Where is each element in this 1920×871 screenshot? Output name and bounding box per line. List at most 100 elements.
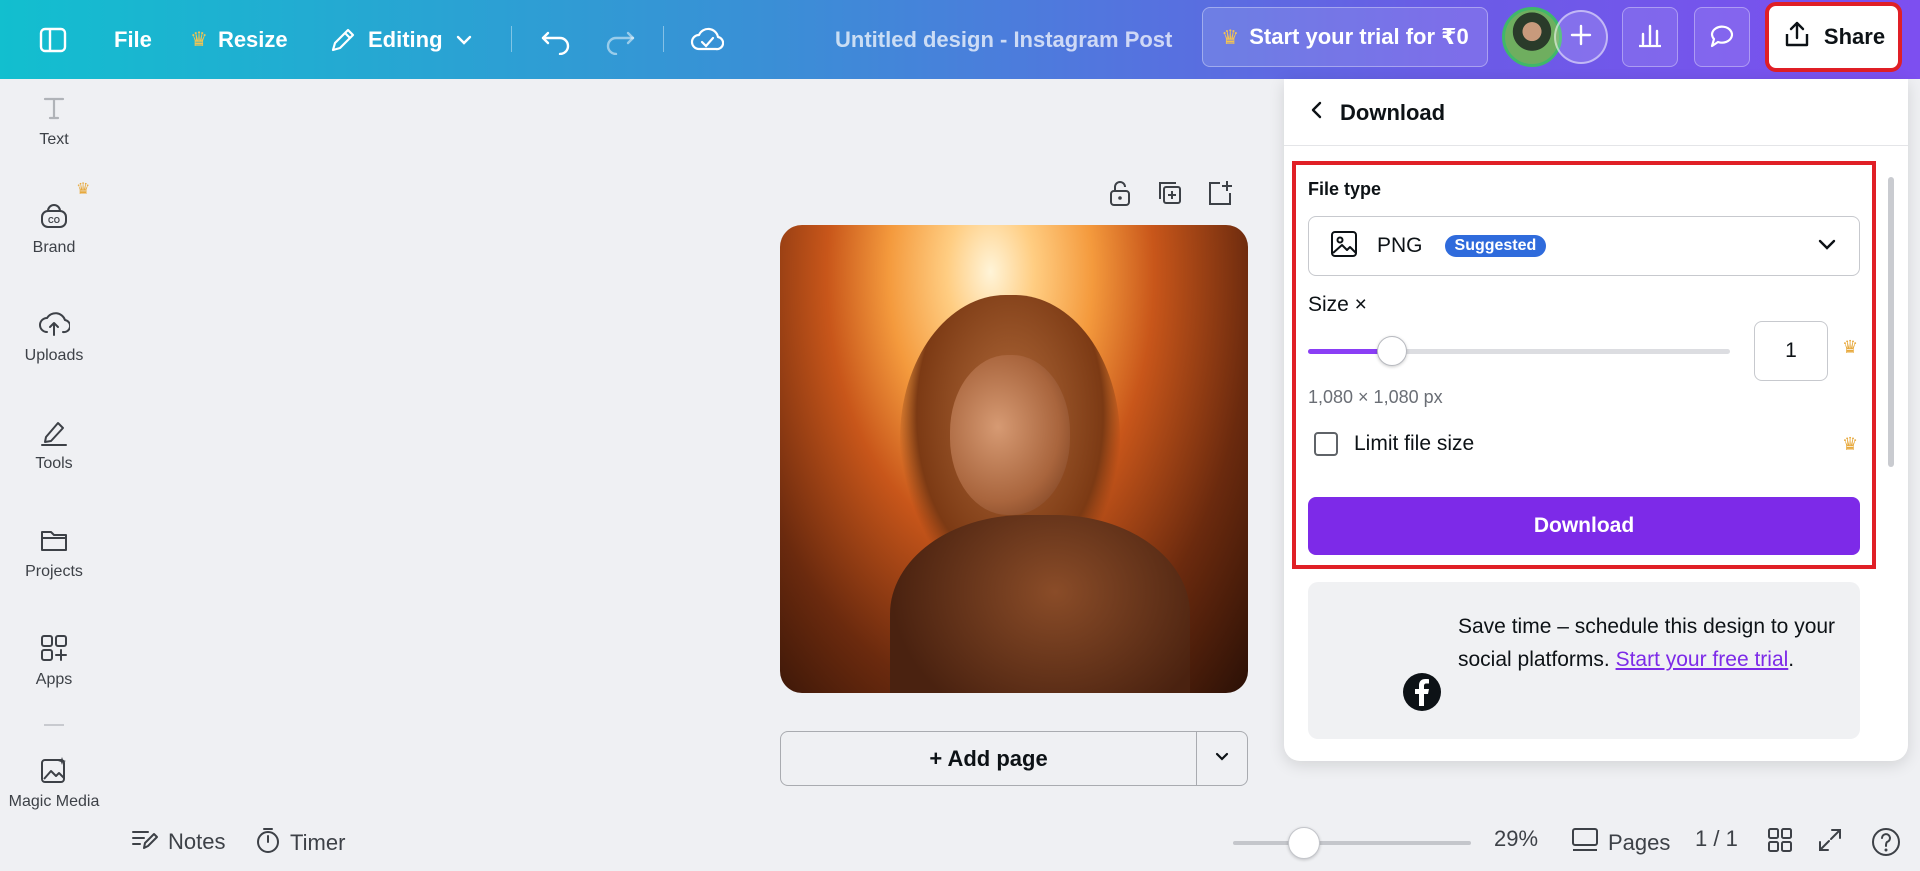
upload-share-icon xyxy=(1782,19,1812,55)
panel-scrollbar[interactable] xyxy=(1888,177,1894,467)
cloud-upload-icon xyxy=(38,309,70,339)
lock-icon[interactable] xyxy=(1106,178,1134,213)
promo-end: . xyxy=(1788,648,1795,671)
sidebar-item-label: Tools xyxy=(35,455,73,472)
page-count-value: 1 / 1 xyxy=(1695,826,1738,851)
crown-icon: ♛ xyxy=(1221,26,1240,49)
pages-icon xyxy=(1570,826,1600,860)
sidebar-item-uploads[interactable]: Uploads xyxy=(0,309,108,365)
zoom-slider[interactable] xyxy=(1233,841,1471,845)
pencil-icon xyxy=(328,25,358,55)
editing-mode-dropdown[interactable]: Editing xyxy=(328,0,475,79)
cloud-check-icon xyxy=(690,25,724,55)
add-page-control: + Add page xyxy=(780,731,1248,786)
panel-title: Download xyxy=(1340,100,1446,125)
page-tools xyxy=(1106,178,1234,213)
timer-icon xyxy=(254,826,282,860)
chevron-down-icon xyxy=(453,29,475,51)
notes-icon xyxy=(130,826,160,858)
toolbar-divider xyxy=(663,26,664,52)
bar-chart-icon xyxy=(1635,20,1665,55)
save-status-button[interactable] xyxy=(690,0,724,79)
chevron-down-icon xyxy=(1213,747,1231,770)
start-free-trial-link[interactable]: Start your free trial xyxy=(1616,648,1789,671)
zoom-slider-thumb[interactable] xyxy=(1288,827,1320,859)
share-button[interactable]: Share xyxy=(1765,2,1902,72)
help-icon xyxy=(1870,826,1902,864)
brand-icon: CO xyxy=(38,201,70,231)
left-sidebar: Text ♛ CO Brand Uploads Tools Projects A… xyxy=(0,79,108,871)
sidebar-divider xyxy=(44,724,64,726)
insights-button[interactable] xyxy=(1622,7,1678,67)
folder-icon xyxy=(38,525,70,555)
panel-divider xyxy=(1284,145,1908,146)
plus-icon xyxy=(1569,23,1593,52)
top-toolbar: File ♛ Resize Editing Untitled design - … xyxy=(0,0,1920,79)
photo-subject-body xyxy=(890,515,1190,693)
timer-label: Timer xyxy=(290,830,346,855)
expand-icon xyxy=(1816,826,1844,860)
editing-label: Editing xyxy=(368,26,443,52)
sidebar-item-tools[interactable]: Tools xyxy=(0,417,108,473)
redo-button[interactable] xyxy=(604,0,636,79)
file-menu-label: File xyxy=(114,26,152,52)
facebook-icon xyxy=(1402,672,1442,712)
add-page-icon[interactable] xyxy=(1206,178,1234,213)
design-title[interactable]: Untitled design - Instagram Post xyxy=(835,0,1172,79)
magic-media-icon xyxy=(38,755,70,785)
sidebar-item-apps[interactable]: Apps xyxy=(0,633,108,689)
highlight-box xyxy=(1292,161,1876,569)
sidebar-item-text[interactable]: Text xyxy=(0,93,108,149)
trial-label: Start your trial for ₹0 xyxy=(1249,24,1469,49)
sidebar-panel-icon xyxy=(38,25,68,55)
photo-subject-face xyxy=(950,355,1070,515)
start-trial-button[interactable]: ♛ Start your trial for ₹0 xyxy=(1202,7,1488,67)
share-label: Share xyxy=(1823,24,1886,49)
back-arrow-icon[interactable] xyxy=(1308,99,1326,127)
pages-label: Pages xyxy=(1608,830,1671,855)
file-menu-button[interactable]: File xyxy=(114,0,152,79)
page-count: 1 / 1 xyxy=(1695,826,1738,852)
comment-icon xyxy=(1707,20,1737,55)
download-panel: Download File type PNG Suggested Size × … xyxy=(1284,79,1908,761)
duplicate-page-icon[interactable] xyxy=(1156,178,1184,213)
undo-button[interactable] xyxy=(540,0,572,79)
sidebar-toggle-button[interactable] xyxy=(38,0,68,79)
grid-icon xyxy=(1766,826,1794,860)
download-panel-header[interactable]: Download xyxy=(1308,99,1445,127)
sidebar-item-label: Magic Media xyxy=(8,793,100,810)
grid-view-button[interactable] xyxy=(1766,826,1794,860)
text-icon xyxy=(39,93,69,123)
zoom-percent[interactable]: 29% xyxy=(1494,826,1538,852)
apps-icon xyxy=(38,633,70,663)
avatar[interactable] xyxy=(1502,7,1562,67)
sidebar-item-projects[interactable]: Projects xyxy=(0,525,108,581)
resize-label: Resize xyxy=(217,26,288,52)
schedule-promo-card: Save time – schedule this design to your… xyxy=(1308,582,1860,739)
zoom-percent-value: 29% xyxy=(1494,826,1539,851)
sidebar-item-brand[interactable]: CO Brand xyxy=(0,201,108,257)
toolbar-divider xyxy=(511,26,512,52)
add-page-button[interactable]: + Add page xyxy=(781,732,1197,785)
sidebar-item-magic-media[interactable]: Magic Media xyxy=(0,755,108,811)
resize-button[interactable]: ♛ Resize xyxy=(190,0,288,79)
comments-button[interactable] xyxy=(1694,7,1750,67)
pen-tools-icon xyxy=(38,417,70,447)
svg-text:CO: CO xyxy=(48,216,60,225)
design-image[interactable] xyxy=(780,225,1248,693)
timer-button[interactable]: Timer xyxy=(254,826,345,860)
notes-label: Notes xyxy=(168,829,226,854)
pages-button[interactable]: Pages xyxy=(1570,826,1670,860)
undo-icon xyxy=(540,25,572,55)
redo-icon xyxy=(604,25,636,55)
sidebar-item-label: Text xyxy=(39,131,69,148)
add-page-options-button[interactable] xyxy=(1197,732,1247,785)
promo-message: Save time – schedule this design to your… xyxy=(1458,610,1838,676)
sidebar-item-label: Apps xyxy=(35,671,73,688)
help-button[interactable] xyxy=(1870,826,1902,864)
crown-icon: ♛ xyxy=(76,181,91,198)
sidebar-item-label: Uploads xyxy=(24,347,84,364)
notes-button[interactable]: Notes xyxy=(130,826,225,858)
invite-button[interactable] xyxy=(1554,10,1608,64)
fullscreen-button[interactable] xyxy=(1816,826,1844,860)
